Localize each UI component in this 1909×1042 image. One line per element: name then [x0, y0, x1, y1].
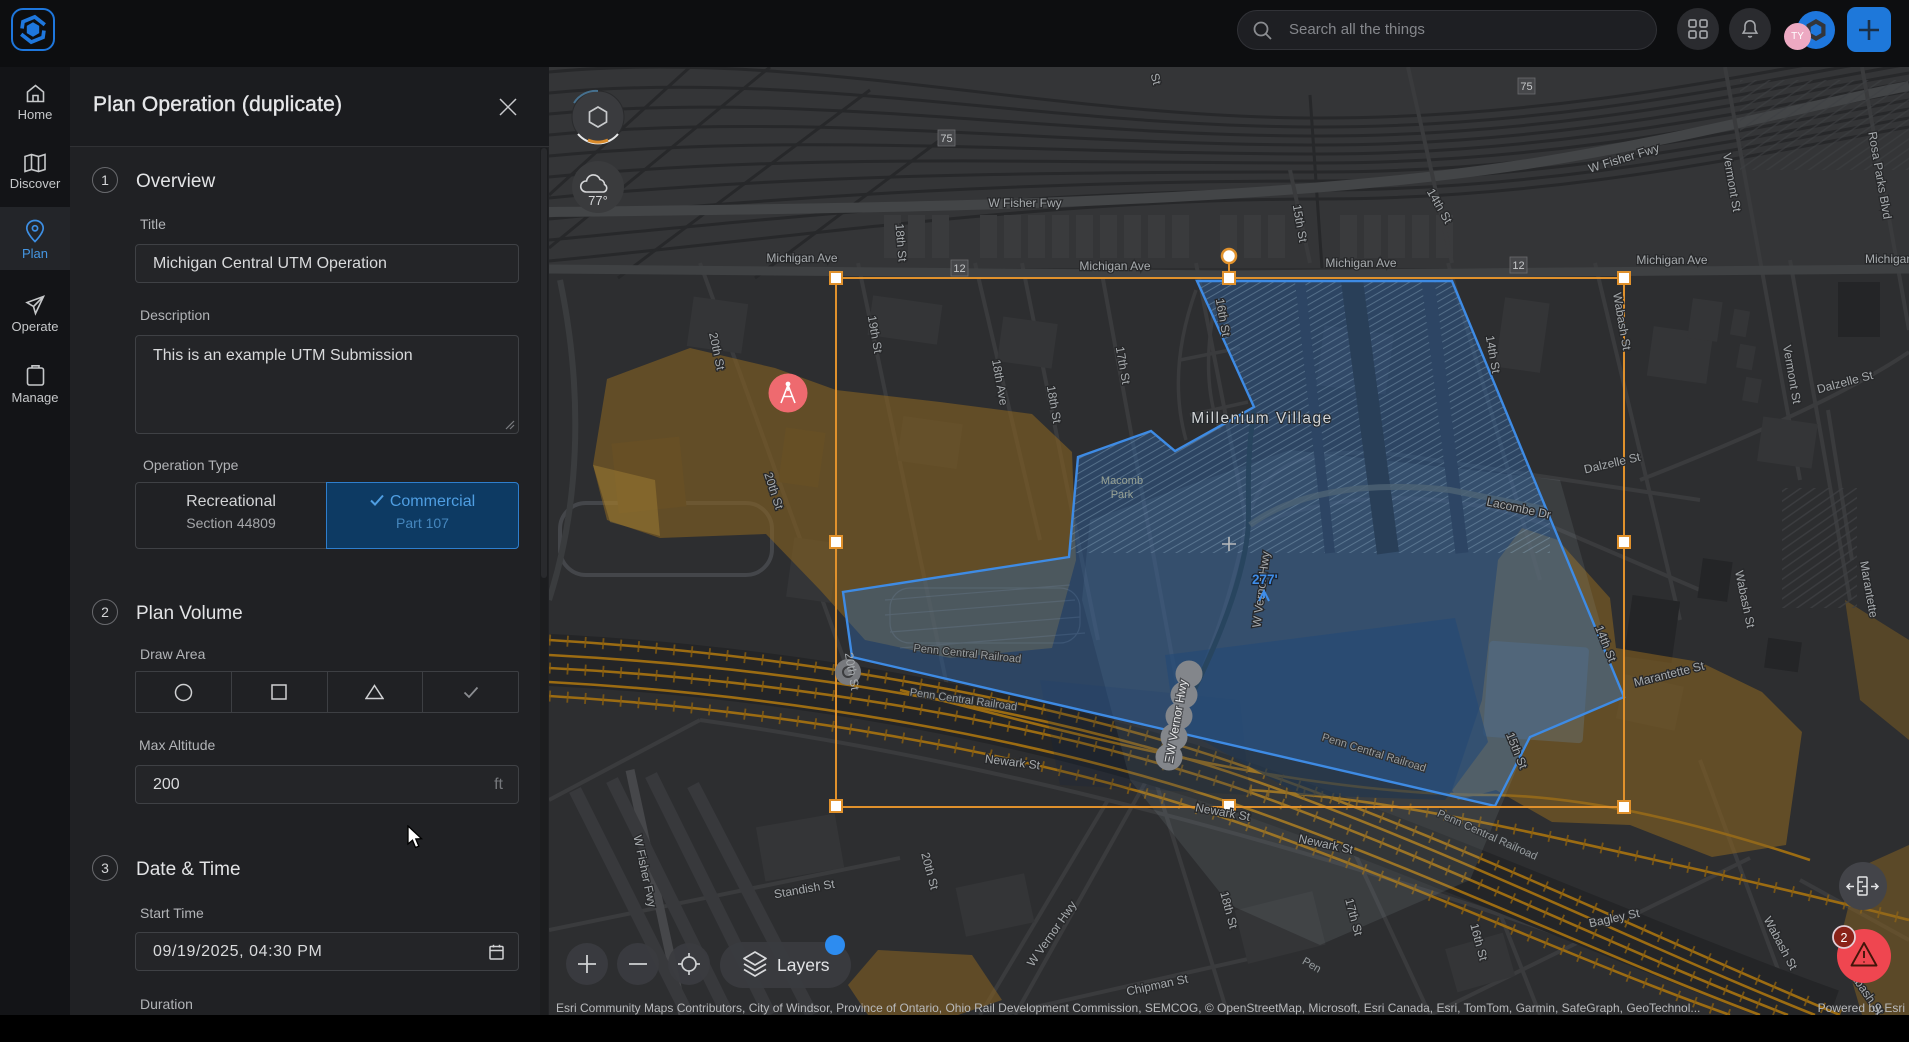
- svg-text:77°: 77°: [588, 193, 608, 208]
- svg-text:Michigan Ave: Michigan Ave: [1079, 259, 1150, 273]
- svg-text:Layers: Layers: [777, 955, 830, 975]
- svg-text:12: 12: [953, 263, 965, 275]
- svg-text:Macomb: Macomb: [1101, 475, 1143, 487]
- svg-text:Esri Community Maps Contributo: Esri Community Maps Contributors, City o…: [556, 1001, 1700, 1015]
- svg-text:Michigan: Michigan: [1865, 252, 1909, 266]
- svg-text:277': 277': [1252, 572, 1278, 587]
- svg-text:W Fisher Fwy: W Fisher Fwy: [988, 196, 1061, 210]
- svg-text:Millenium Village: Millenium Village: [1191, 410, 1333, 427]
- svg-text:75: 75: [940, 133, 952, 145]
- svg-text:12: 12: [1512, 260, 1524, 272]
- svg-text:Powered by Esri: Powered by Esri: [1818, 1001, 1905, 1015]
- svg-text:Michigan Ave: Michigan Ave: [1325, 256, 1396, 270]
- svg-text:2: 2: [1841, 931, 1848, 945]
- svg-text:Park: Park: [1111, 489, 1134, 501]
- svg-text:Michigan Ave: Michigan Ave: [766, 251, 837, 265]
- svg-text:Michigan Ave: Michigan Ave: [1636, 253, 1707, 267]
- svg-text:75: 75: [1520, 81, 1532, 93]
